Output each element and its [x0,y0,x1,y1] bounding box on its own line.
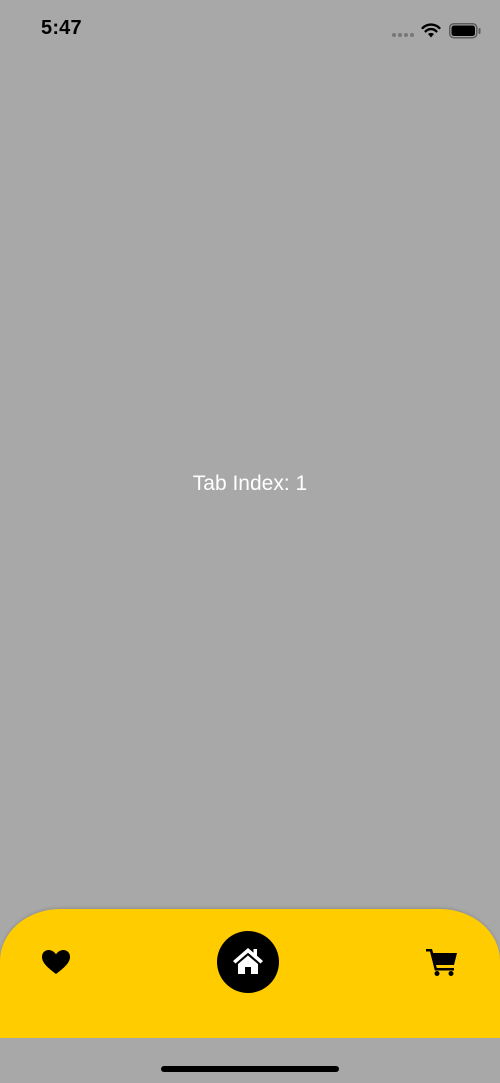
nav-cart-button[interactable] [424,945,460,977]
battery-icon [449,23,481,39]
nav-home-button[interactable] [217,931,279,993]
status-bar: 5:47 [0,0,500,60]
cart-icon [426,949,457,976]
status-time: 5:47 [41,17,82,39]
bottom-navigation-bar [0,909,500,1038]
heart-icon [42,950,70,974]
home-icon [233,948,263,974]
home-indicator-area [0,1038,500,1083]
cellular-signal-icon [392,33,414,37]
nav-favorites-button[interactable] [38,947,74,977]
wifi-icon [421,23,441,38]
tab-index-label: Tab Index: 1 [192,472,308,495]
home-indicator[interactable] [161,1066,339,1072]
